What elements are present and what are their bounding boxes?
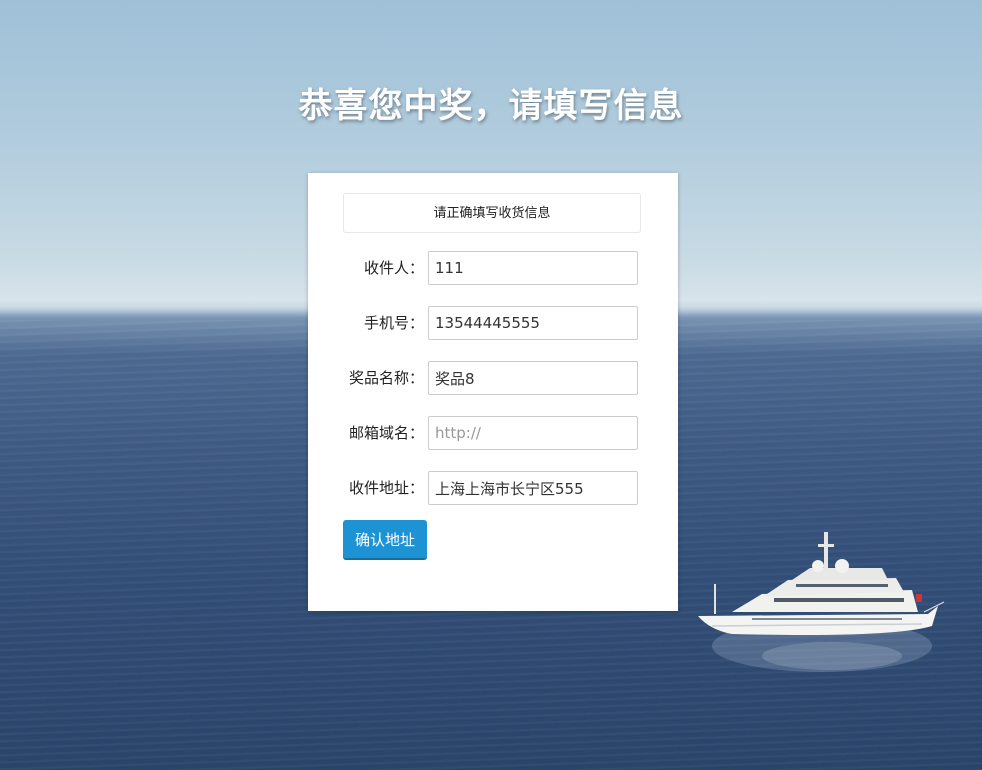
address-input[interactable]: [428, 471, 638, 505]
email-domain-label: 邮箱域名：: [348, 424, 424, 442]
address-form-card: 请正确填写收货信息 收件人： 手机号： 奖品名称： 邮箱域名： 收件地址： 确认…: [308, 173, 678, 611]
address-row: 收件地址：: [308, 471, 678, 505]
phone-row: 手机号：: [308, 306, 678, 340]
phone-input[interactable]: [428, 306, 638, 340]
recipient-row: 收件人：: [308, 251, 678, 285]
prize-name-row: 奖品名称：: [308, 361, 678, 395]
page-background: 恭喜您中奖，请填写信息 请正确填写收货信息 收件人： 手机号： 奖品名称： 邮箱…: [0, 0, 982, 770]
address-label: 收件地址：: [348, 479, 424, 497]
email-domain-row: 邮箱域名：: [308, 416, 678, 450]
page-title: 恭喜您中奖，请填写信息: [298, 86, 684, 126]
prize-name-input[interactable]: [428, 361, 638, 395]
form-notice: 请正确填写收货信息: [343, 193, 641, 233]
email-domain-input[interactable]: [428, 416, 638, 450]
phone-label: 手机号：: [363, 314, 424, 332]
prize-name-label: 奖品名称：: [348, 369, 424, 387]
yacht-image: [698, 532, 945, 672]
recipient-input[interactable]: [428, 251, 638, 285]
recipient-label: 收件人：: [363, 259, 424, 277]
confirm-address-button[interactable]: 确认地址: [343, 520, 427, 560]
